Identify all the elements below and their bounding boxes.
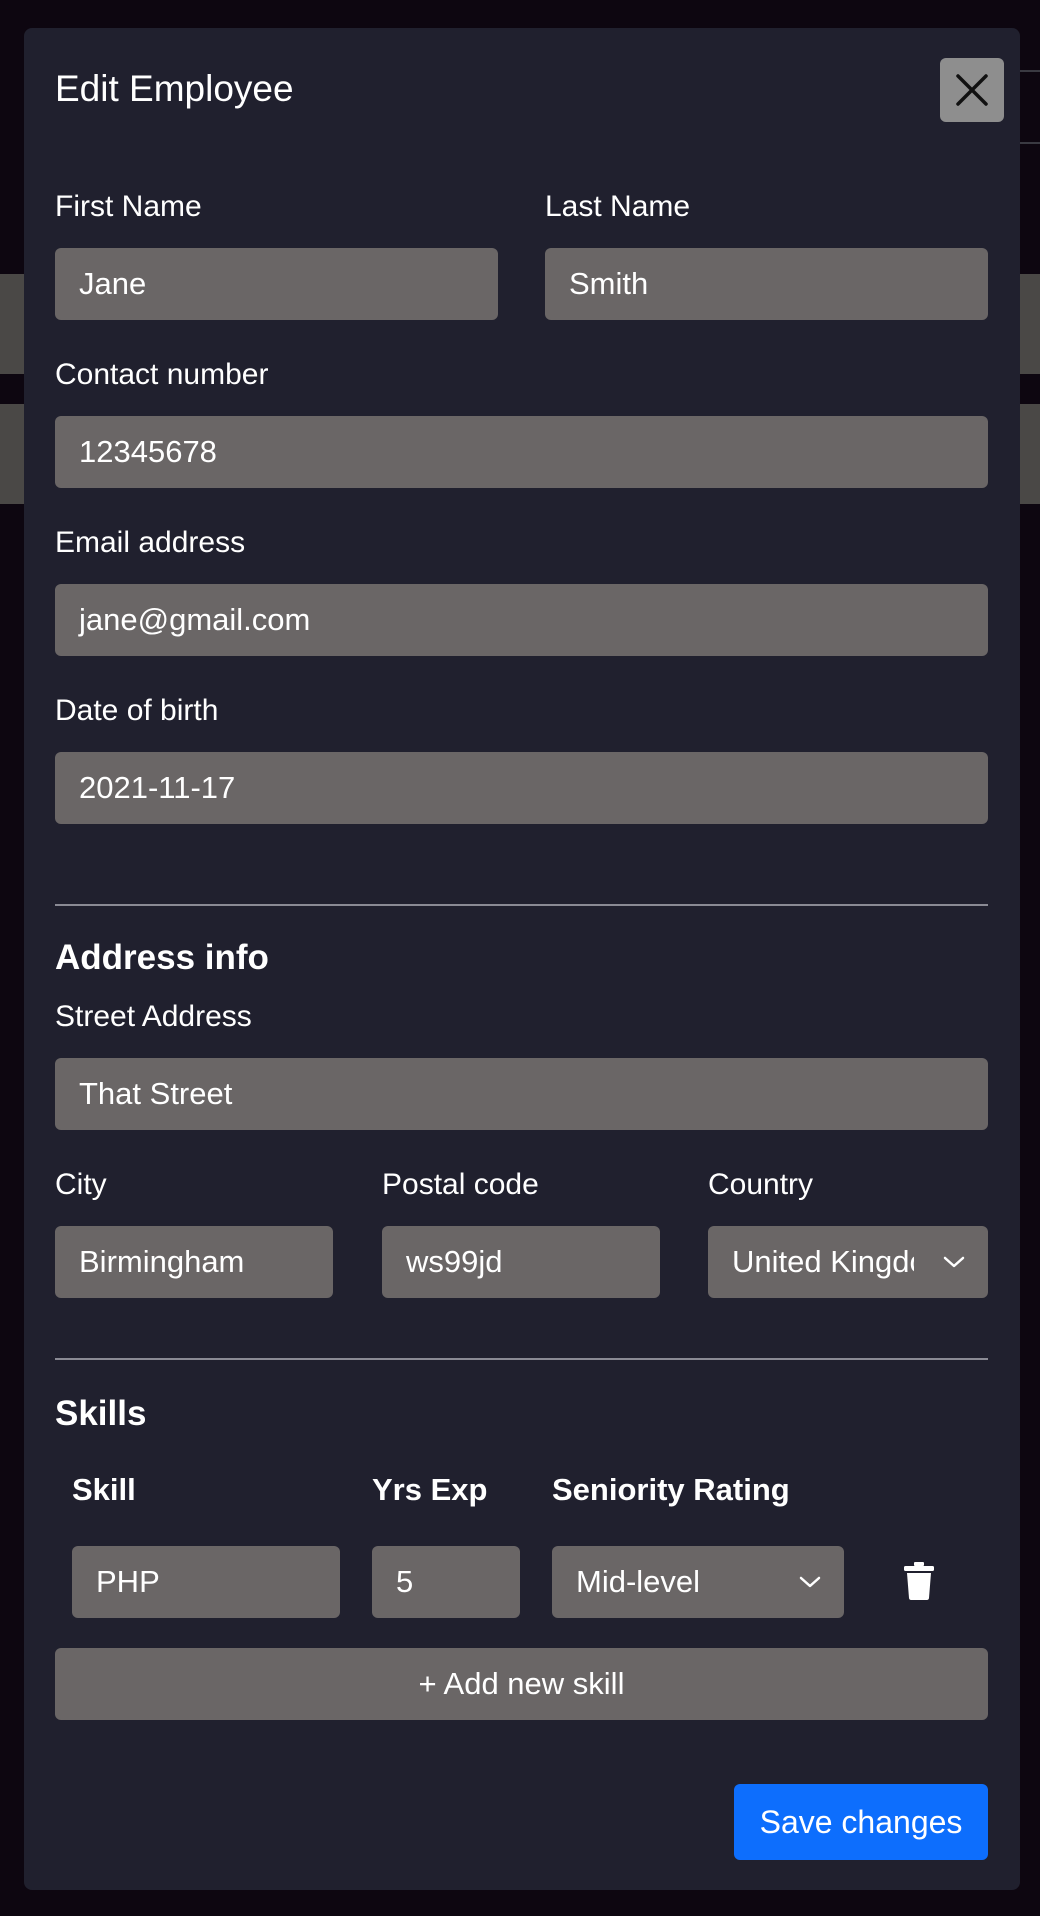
street-address-label: Street Address: [55, 1000, 252, 1033]
years-column-header: Yrs Exp: [372, 1472, 488, 1507]
postal-code-label: Postal code: [382, 1168, 539, 1201]
close-button[interactable]: [940, 58, 1004, 122]
section-divider: [55, 904, 988, 906]
email-label: Email address: [55, 526, 246, 559]
seniority-column-header: Seniority Rating: [552, 1472, 790, 1507]
city-input[interactable]: Birmingham: [55, 1226, 333, 1298]
chevron-down-icon: [943, 1256, 965, 1268]
postal-code-input[interactable]: ws99jd: [382, 1226, 660, 1298]
country-select[interactable]: United Kingdom: [708, 1226, 988, 1298]
first-name-label: First Name: [55, 190, 202, 223]
seniority-select-value: Mid-level: [576, 1564, 701, 1599]
last-name-input[interactable]: Smith: [545, 248, 988, 320]
dob-label: Date of birth: [55, 694, 219, 727]
years-experience-input[interactable]: 5: [372, 1546, 520, 1618]
close-icon: [956, 74, 988, 106]
contact-number-label: Contact number: [55, 358, 269, 391]
skill-column-header: Skill: [72, 1472, 136, 1507]
email-input[interactable]: jane@gmail.com: [55, 584, 988, 656]
first-name-input[interactable]: Jane: [55, 248, 498, 320]
city-label: City: [55, 1168, 107, 1201]
last-name-label: Last Name: [545, 190, 691, 223]
skill-name-input[interactable]: PHP: [72, 1546, 340, 1618]
modal-title: Edit Employee: [55, 68, 294, 109]
street-address-input[interactable]: That Street: [55, 1058, 988, 1130]
address-section-title: Address info: [55, 938, 269, 977]
country-select-value: United Kingdom: [732, 1244, 914, 1279]
add-skill-button[interactable]: + Add new skill: [55, 1648, 988, 1720]
save-button[interactable]: Save changes: [734, 1784, 988, 1860]
chevron-down-icon: [799, 1576, 821, 1588]
skills-section-title: Skills: [55, 1394, 147, 1433]
trash-icon[interactable]: [904, 1562, 934, 1600]
edit-employee-modal: Edit Employee First Name Jane Last Name …: [24, 28, 1020, 1890]
dob-input[interactable]: 2021-11-17: [55, 752, 988, 824]
seniority-select[interactable]: Mid-level: [552, 1546, 844, 1618]
section-divider: [55, 1358, 988, 1360]
country-label: Country: [708, 1168, 814, 1201]
contact-number-input[interactable]: 12345678: [55, 416, 988, 488]
